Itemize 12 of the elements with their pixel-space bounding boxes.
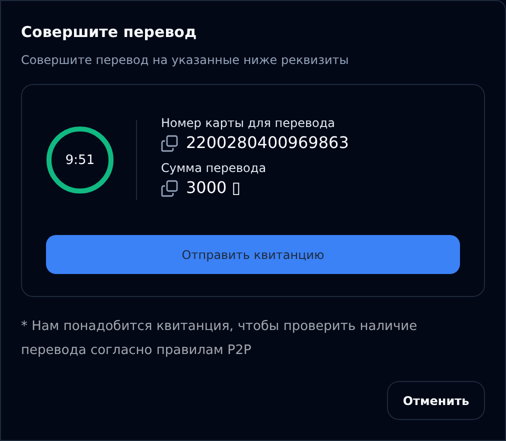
note-text: * Нам понадобится квитанция, чтобы проверить наличие перевода согласно правилам P2P	[21, 318, 418, 360]
detail-value: 2200280400969863	[186, 132, 349, 154]
timer-text: 9:51	[65, 152, 95, 168]
copy-icon[interactable]	[161, 180, 178, 196]
dialog-subtitle: Совершите перевод на указанные ниже реквизиты	[21, 53, 350, 67]
detail-label: Сумма перевода	[161, 160, 268, 177]
detail-label: Номер карты для перевода	[161, 115, 336, 132]
submit-button[interactable]: Отправить квитанцию	[46, 235, 460, 274]
dialog-title: Совершите перевод	[21, 23, 198, 41]
cancel-button[interactable]: Отменить	[387, 381, 485, 420]
detail-value: 3000 ▯	[186, 177, 241, 199]
copy-icon[interactable]	[161, 134, 178, 152]
